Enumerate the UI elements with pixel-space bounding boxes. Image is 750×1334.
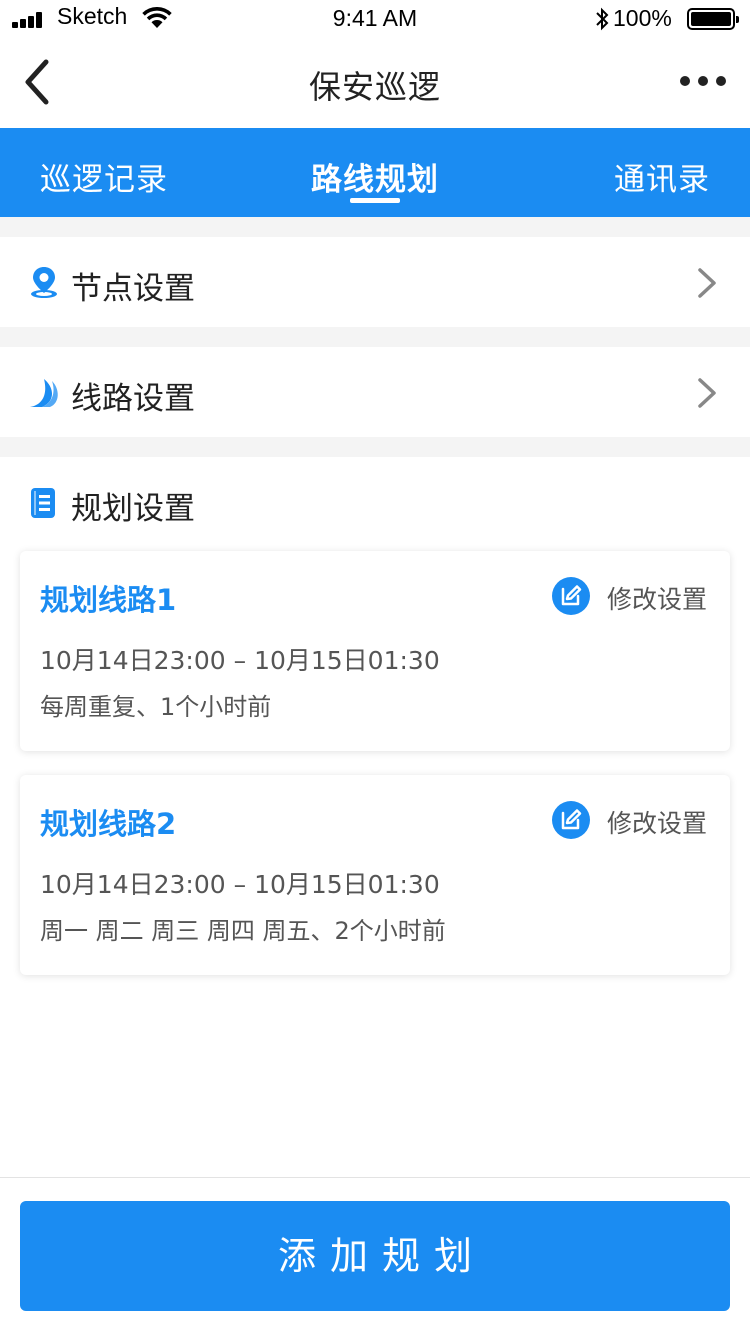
battery-percentage: 100% — [613, 5, 672, 31]
edit-icon — [552, 801, 590, 839]
chevron-right-icon — [698, 268, 716, 298]
plan-card-title: 规划线路1 — [40, 583, 177, 617]
add-plan-button[interactable]: 添加规划 — [20, 1201, 730, 1311]
bottom-action-bar: 添加规划 — [0, 1177, 750, 1334]
modify-settings-button[interactable]: 修改设置 — [552, 799, 722, 843]
plan-card-time: 10月14日23:00 – 10月15日01:30 — [40, 870, 440, 899]
content-area: 节点设置 线路设置 规划设置 规划线路1 修改设置 10月14日23:00 – … — [0, 217, 750, 1177]
tab-bar: 巡逻记录 路线规划 通讯录 — [0, 128, 750, 217]
plan-card[interactable]: 规划线路2 修改设置 10月14日23:00 – 10月15日01:30 周一 … — [20, 775, 730, 975]
plan-card-repeat: 每周重复、1个小时前 — [40, 693, 272, 721]
node-settings-label: 节点设置 — [71, 271, 195, 307]
chevron-right-icon — [698, 378, 716, 408]
modify-settings-button[interactable]: 修改设置 — [552, 575, 722, 619]
modify-settings-label: 修改设置 — [607, 809, 708, 838]
more-button[interactable] — [670, 62, 734, 98]
plan-card-time: 10月14日23:00 – 10月15日01:30 — [40, 646, 440, 675]
edit-icon — [552, 577, 590, 615]
plan-settings-section: 规划设置 规划线路1 修改设置 10月14日23:00 – 10月15日01:3… — [0, 457, 750, 1177]
route-settings-row[interactable]: 线路设置 — [0, 347, 750, 437]
tab-route-planning[interactable]: 路线规划 — [311, 154, 439, 199]
bluetooth-icon — [596, 7, 609, 31]
plan-settings-label: 规划设置 — [71, 491, 195, 527]
plan-document-icon — [31, 488, 55, 518]
active-tab-indicator — [350, 198, 400, 203]
tab-contacts[interactable]: 通讯录 — [614, 154, 710, 199]
location-pin-icon — [31, 267, 57, 298]
plan-card[interactable]: 规划线路1 修改设置 10月14日23:00 – 10月15日01:30 每周重… — [20, 551, 730, 751]
page-title: 保安巡逻 — [308, 68, 441, 106]
status-bar: Sketch 9:41 AM 100% — [0, 0, 750, 40]
battery-icon — [687, 8, 739, 30]
route-icon — [30, 379, 58, 407]
nav-bar: 保安巡逻 — [0, 40, 750, 128]
plan-card-title: 规划线路2 — [40, 807, 177, 841]
route-settings-label: 线路设置 — [71, 381, 195, 417]
tab-patrol-records[interactable]: 巡逻记录 — [40, 154, 168, 199]
node-settings-row[interactable]: 节点设置 — [0, 237, 750, 327]
plan-card-repeat: 周一 周二 周三 周四 周五、2个小时前 — [40, 917, 446, 945]
modify-settings-label: 修改设置 — [607, 585, 708, 614]
